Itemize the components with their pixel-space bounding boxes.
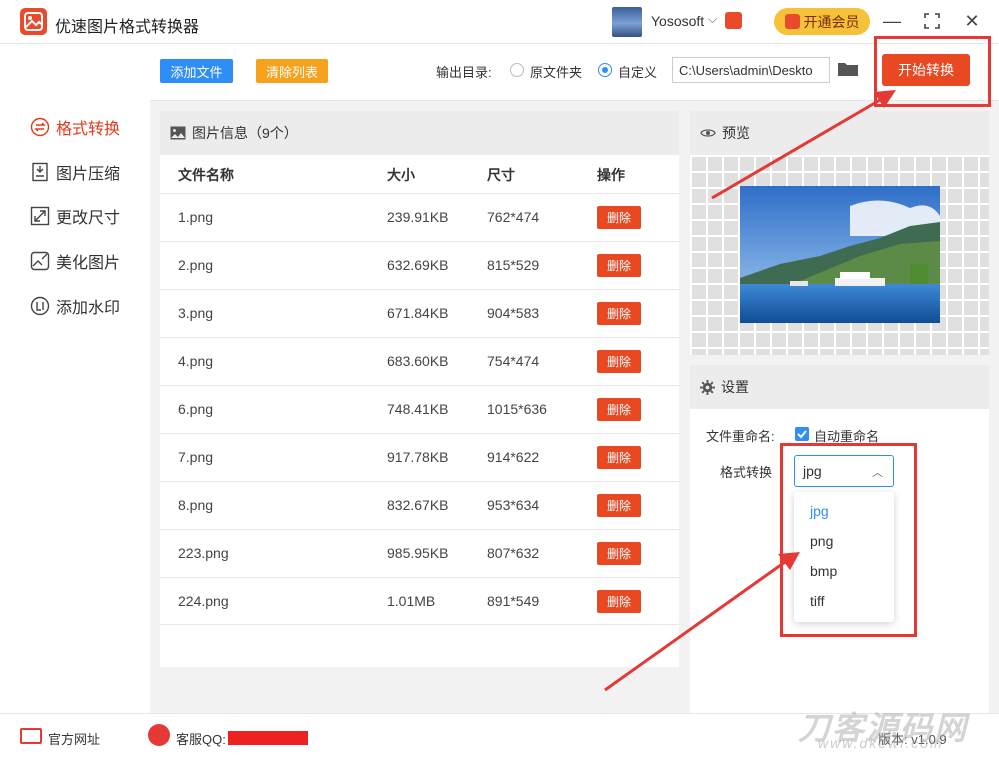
annotation-arrows (604, 90, 896, 692)
qq-icon[interactable] (148, 724, 170, 746)
official-site-link[interactable]: 官方网址 (48, 729, 100, 748)
qq-number-redacted (228, 731, 308, 745)
qq-support-label[interactable]: 客服QQ: (176, 729, 226, 748)
watermark-url: www.dkewl.com (818, 735, 944, 751)
website-icon[interactable] (20, 728, 42, 744)
